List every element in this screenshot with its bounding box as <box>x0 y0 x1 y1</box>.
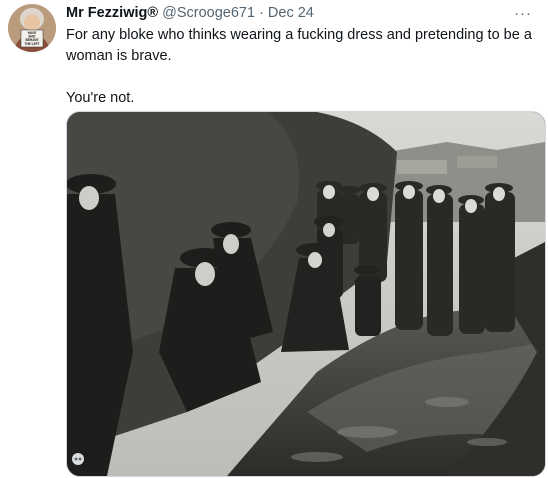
tweet-media-photo[interactable] <box>66 111 546 477</box>
avatar[interactable]: HAVE BAD BEHAVE THE LEFT <box>8 4 56 52</box>
avatar-sign-line: THE LEFT <box>24 42 39 46</box>
tweet-paragraph: You're not. <box>66 90 135 106</box>
tweet-text: For any bloke who thinks wearing a fucki… <box>66 25 536 109</box>
tweet-header: Mr Fezziwig® @Scrooge671 · Dec 24 ··· <box>66 5 540 23</box>
trench-soldiers-photo <box>67 112 545 476</box>
tweet-date[interactable]: Dec 24 <box>268 5 314 21</box>
media-alt-icon[interactable] <box>71 452 85 466</box>
header-separator: · <box>259 5 264 21</box>
avatar-image: HAVE BAD BEHAVE THE LEFT <box>8 4 56 52</box>
tweet-paragraph: For any bloke who thinks wearing a fucki… <box>66 27 532 64</box>
author-name[interactable]: Mr Fezziwig® <box>66 5 158 21</box>
more-icon[interactable]: ··· <box>512 5 534 22</box>
author-handle[interactable]: @Scrooge671 <box>162 5 255 21</box>
